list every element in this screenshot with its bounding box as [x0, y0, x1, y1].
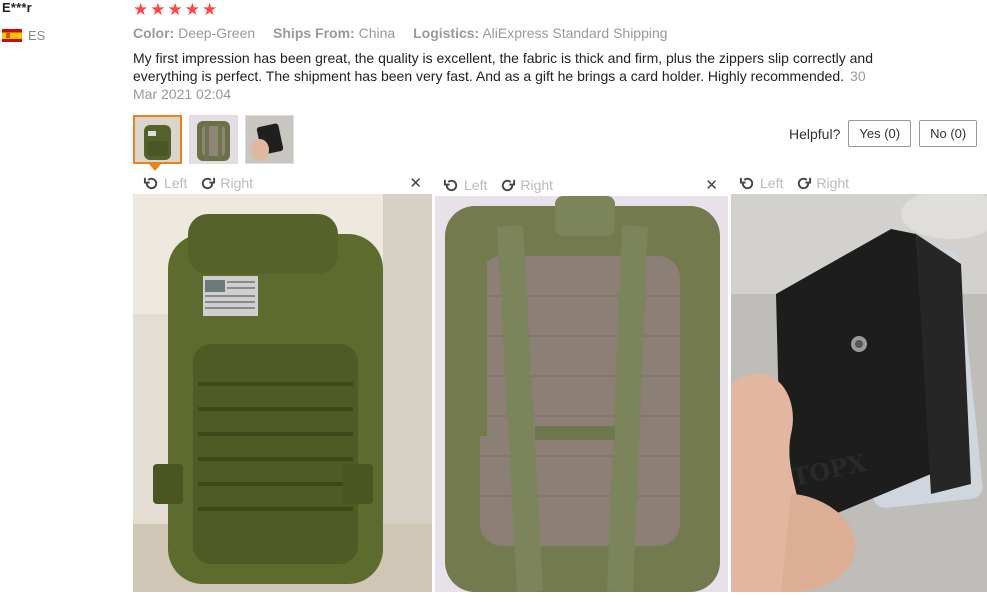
rotate-right-label: Right	[816, 175, 850, 191]
rotate-left-button[interactable]: Left	[443, 177, 487, 194]
thumbnail-card-holder[interactable]	[245, 115, 294, 164]
rotate-right-label: Right	[220, 175, 254, 191]
backpack-back-photo	[435, 196, 728, 592]
helpful-yes-button[interactable]: Yes (0)	[848, 120, 912, 147]
backpack-front-photo	[133, 194, 432, 592]
helpful-label: Helpful?	[789, 125, 841, 142]
thumbnail-backpack-back[interactable]	[189, 115, 238, 164]
rotate-left-icon	[739, 177, 754, 189]
image-panel-2: Left Right ✕	[435, 172, 728, 592]
rotate-left-icon	[143, 177, 158, 189]
country-code: ES	[28, 28, 46, 43]
ships-from-label: Ships From:	[273, 25, 355, 41]
card-holder-photo: TOPX	[731, 194, 987, 592]
color-label: Color:	[133, 25, 175, 41]
rotate-left-button[interactable]: Left	[143, 175, 187, 192]
thumbnail-backpack-front[interactable]	[133, 115, 182, 164]
star-icon: ★	[133, 0, 149, 19]
image-toolbar: Left Right ✕	[435, 174, 728, 196]
close-icon[interactable]: ✕	[705, 176, 718, 194]
helpful-no-button[interactable]: No (0)	[919, 120, 978, 147]
rotate-right-button[interactable]: Right	[795, 175, 849, 192]
review-text: My first impression has been great, the …	[133, 50, 873, 84]
ships-from-value: China	[358, 25, 396, 41]
close-icon[interactable]: ✕	[409, 174, 422, 192]
logistics-label: Logistics:	[413, 25, 480, 41]
rotate-right-icon	[798, 177, 812, 189]
rotate-right-icon	[502, 179, 516, 191]
color-value: Deep-Green	[178, 25, 256, 41]
reviewer-country: ES	[2, 28, 45, 43]
spain-flag-icon	[2, 29, 22, 42]
image-panel-3: Left Right TOPX	[731, 172, 987, 592]
order-info: Color: Deep-Green Ships From: China Logi…	[133, 25, 682, 41]
rotate-right-label: Right	[520, 177, 554, 193]
active-thumbnail-indicator	[149, 164, 161, 171]
rotate-left-button[interactable]: Left	[739, 175, 783, 192]
rotate-left-label: Left	[760, 175, 784, 191]
image-panel-1: Left Right ✕	[133, 172, 432, 592]
reviewer-name: E***r	[2, 0, 32, 15]
star-icon: ★	[202, 0, 218, 19]
star-icon: ★	[150, 0, 166, 19]
image-toolbar: Left Right ✕	[133, 172, 432, 194]
image-toolbar: Left Right	[731, 172, 987, 194]
star-icon: ★	[167, 0, 183, 19]
rotate-right-icon	[202, 177, 216, 189]
rotate-right-button[interactable]: Right	[199, 175, 253, 192]
rotate-right-button[interactable]: Right	[499, 177, 553, 194]
rotate-left-label: Left	[464, 177, 488, 193]
star-rating: ★ ★ ★ ★ ★	[133, 0, 217, 20]
star-icon: ★	[184, 0, 200, 19]
rotate-left-icon	[443, 179, 458, 191]
review-body: My first impression has been great, the …	[133, 49, 893, 103]
helpful-section: Helpful? Yes (0) No (0)	[789, 120, 978, 147]
rotate-left-label: Left	[164, 175, 188, 191]
review-thumbnails	[133, 115, 294, 164]
logistics-value: AliExpress Standard Shipping	[482, 25, 668, 41]
